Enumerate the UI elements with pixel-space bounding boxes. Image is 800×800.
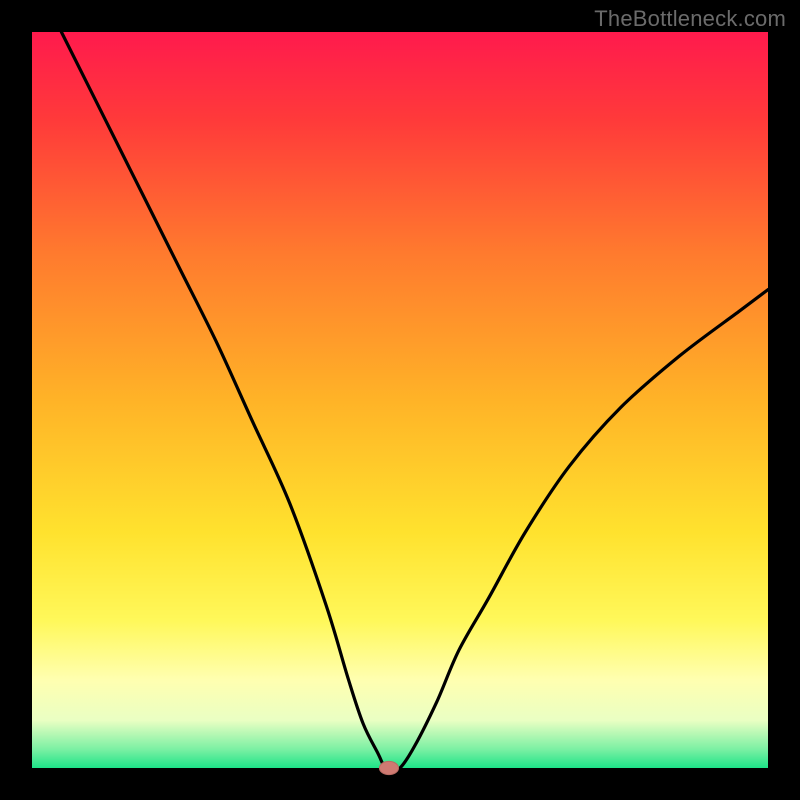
- chart-svg: [0, 0, 800, 800]
- chart-frame: TheBottleneck.com: [0, 0, 800, 800]
- plot-area: [32, 32, 768, 768]
- watermark-text: TheBottleneck.com: [594, 6, 786, 32]
- optimal-marker: [379, 761, 398, 774]
